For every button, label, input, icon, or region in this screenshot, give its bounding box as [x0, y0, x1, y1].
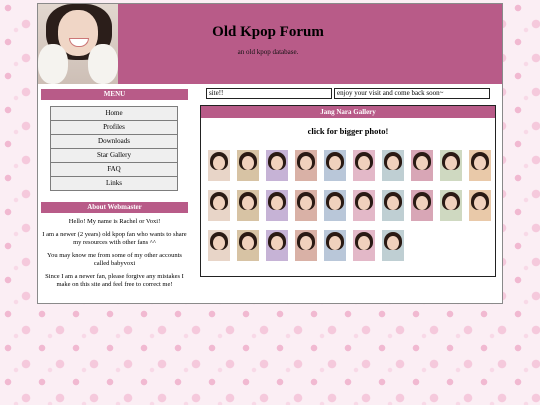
gallery-thumbnail[interactable]: [469, 150, 491, 181]
menu-heading: MENU: [41, 89, 188, 100]
gallery-thumbnail[interactable]: [266, 190, 288, 221]
about-paragraph: I am a newer (2 years) old kpop fan who …: [42, 231, 187, 246]
gallery-thumbnail[interactable]: [208, 190, 230, 221]
gallery-thumbnail[interactable]: [440, 150, 462, 181]
gallery-thumbnail[interactable]: [295, 150, 317, 181]
sidebar-menu: Home Profiles Downloads Star Gallery FAQ…: [50, 106, 178, 191]
site-subtitle: an old kpop database.: [237, 48, 299, 56]
gallery-thumbnail[interactable]: [353, 150, 375, 181]
gallery-thumbnail[interactable]: [295, 230, 317, 261]
gallery-thumbnail[interactable]: [324, 190, 346, 221]
gallery-thumbnail[interactable]: [382, 190, 404, 221]
gallery-thumbnail[interactable]: [353, 230, 375, 261]
marquee-right: enjoy your visit and come back soon~: [334, 88, 490, 99]
menu-item-profiles[interactable]: Profiles: [50, 120, 178, 134]
banner-photo: [38, 4, 118, 84]
gallery-thumbnail[interactable]: [237, 230, 259, 261]
gallery-thumbnail[interactable]: [237, 150, 259, 181]
gallery-thumbnail[interactable]: [208, 150, 230, 181]
gallery-note: click for bigger photo!: [307, 126, 389, 136]
menu-item-downloads[interactable]: Downloads: [50, 134, 178, 148]
menu-item-star-gallery[interactable]: Star Gallery: [50, 148, 178, 162]
gallery-thumbnail[interactable]: [411, 150, 433, 181]
gallery-thumbnail[interactable]: [266, 150, 288, 181]
menu-item-home[interactable]: Home: [50, 106, 178, 120]
gallery-thumbnail[interactable]: [295, 190, 317, 221]
about-paragraph: Hello! My name is Rachel or Voxi!: [68, 218, 161, 225]
header-banner: Old Kpop Forum an old kpop database.: [38, 4, 502, 84]
gallery-thumbnail[interactable]: [382, 230, 404, 261]
about-paragraph: You may know me from some of my other ac…: [47, 252, 182, 267]
gallery-thumbnail[interactable]: [237, 190, 259, 221]
about-heading: About Webmaster: [41, 202, 188, 213]
gallery-thumbnail[interactable]: [324, 150, 346, 181]
gallery-thumbnail[interactable]: [324, 230, 346, 261]
menu-item-faq[interactable]: FAQ: [50, 162, 178, 176]
page-container: Old Kpop Forum an old kpop database. MEN…: [37, 3, 503, 304]
about-paragraph: Since I am a newer fan, please forgive a…: [45, 273, 184, 288]
gallery-thumbnail[interactable]: [208, 230, 230, 261]
marquee-left: site!!: [206, 88, 332, 99]
gallery-thumbnail[interactable]: [411, 190, 433, 221]
gallery-thumbnail[interactable]: [266, 230, 288, 261]
site-title: Old Kpop Forum: [212, 24, 324, 40]
gallery-heading: Jang Nara Gallery: [201, 106, 495, 118]
about-webmaster: Hello! My name is Rachel or Voxi! I am a…: [41, 218, 188, 294]
gallery-thumbnail[interactable]: [353, 190, 375, 221]
gallery-panel: Jang Nara Gallery click for bigger photo…: [200, 105, 496, 277]
menu-item-links[interactable]: Links: [50, 176, 178, 191]
gallery-thumbnail[interactable]: [440, 190, 462, 221]
gallery-thumbnail[interactable]: [382, 150, 404, 181]
gallery-thumbnail[interactable]: [469, 190, 491, 221]
